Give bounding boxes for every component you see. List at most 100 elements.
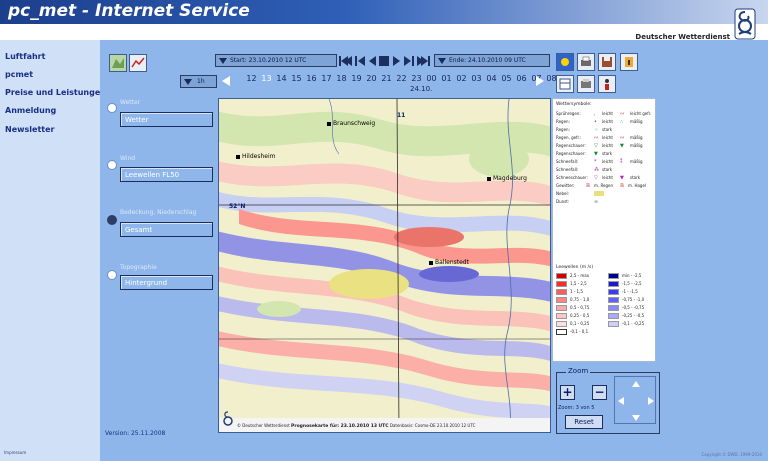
sidebar-item-luftfahrt[interactable]: Luftfahrt bbox=[5, 52, 45, 61]
forecast-map[interactable]: Braunschweig Hildesheim Magdeburg Ballen… bbox=[218, 98, 551, 433]
leewellen-row: 0,25 - 0,5 -0,25 - -0,5 bbox=[556, 313, 656, 320]
hour-item[interactable]: 21 bbox=[380, 74, 393, 83]
topographie-select[interactable]: Hintergrund bbox=[120, 275, 213, 290]
graph-icon bbox=[131, 57, 145, 68]
export-button[interactable] bbox=[577, 75, 595, 93]
wetter-select[interactable]: Wetter bbox=[120, 112, 213, 127]
city-marker-icon bbox=[327, 121, 331, 126]
hour-item[interactable]: 19 bbox=[350, 74, 363, 83]
sidebar-item-anmeldung[interactable]: Anmeldung bbox=[5, 106, 56, 115]
hour-item[interactable]: 06 bbox=[515, 74, 528, 83]
step-label: 1h bbox=[197, 78, 205, 85]
topographie-radio[interactable] bbox=[107, 270, 117, 280]
start-time-select[interactable]: Start: 23.10.2010 12 UTC bbox=[215, 54, 337, 67]
bedeckung-radio[interactable] bbox=[107, 215, 117, 225]
bedeckung-select[interactable]: Gesamt bbox=[120, 222, 213, 237]
info-button[interactable] bbox=[620, 53, 638, 71]
hour-item-selected[interactable]: 13 bbox=[260, 74, 273, 83]
stop-button[interactable] bbox=[379, 56, 389, 66]
map-view-button[interactable] bbox=[109, 54, 127, 72]
forecast-time-label: Prognosekarte für: 23.10.2010 13 UTC bbox=[291, 424, 389, 429]
zoom-out-button[interactable]: − bbox=[592, 385, 607, 400]
hour-item[interactable]: 20 bbox=[365, 74, 378, 83]
dropdown-icon bbox=[219, 58, 227, 64]
hour-item[interactable]: 02 bbox=[455, 74, 468, 83]
color-swatch bbox=[556, 297, 567, 303]
impressum-link[interactable]: Impressum bbox=[4, 450, 26, 455]
shower-moderate-icon: ▼ bbox=[620, 143, 624, 149]
hour-item[interactable]: 12 bbox=[245, 74, 258, 83]
play-button[interactable] bbox=[393, 56, 400, 66]
save-button[interactable] bbox=[598, 53, 616, 71]
hour-item[interactable]: 14 bbox=[275, 74, 288, 83]
print-button[interactable] bbox=[577, 53, 595, 71]
wind-radio[interactable] bbox=[107, 160, 117, 170]
legend-row: Dunst: ∞ bbox=[556, 199, 599, 205]
step-select[interactable]: 1h bbox=[180, 75, 217, 88]
wind-label: Wind bbox=[120, 155, 136, 162]
pan-left-icon[interactable] bbox=[618, 397, 624, 405]
pan-arrows bbox=[618, 381, 654, 421]
shower-heavy-icon: ▼ bbox=[594, 151, 598, 157]
leewellen-title: Leewellen (m /s) bbox=[556, 265, 594, 270]
dropdown-icon bbox=[438, 58, 446, 64]
legend-panel: Wettersymbole: Sprühregen:, leicht ∾ leicht… bbox=[552, 98, 656, 362]
hour-item[interactable]: 15 bbox=[290, 74, 303, 83]
start-time-label: Start: 23.10.2010 12 UTC bbox=[230, 57, 307, 64]
weather-tool-button[interactable] bbox=[556, 53, 574, 71]
hour-item[interactable]: 01 bbox=[440, 74, 453, 83]
color-swatch bbox=[556, 305, 567, 311]
leewellen-row: 1,5 - 2,5 -1,5 - -2,5 bbox=[556, 281, 656, 288]
freezing-rain-moderate-icon: ∾ bbox=[620, 135, 625, 141]
help-button[interactable] bbox=[598, 75, 616, 93]
first-frame-button[interactable] bbox=[339, 56, 352, 66]
color-swatch bbox=[608, 305, 619, 311]
city-braunschweig: Braunschweig bbox=[327, 120, 375, 127]
hour-item[interactable]: 17 bbox=[320, 74, 333, 83]
printer-icon bbox=[581, 56, 591, 66]
snow-shower-heavy-icon: ▼ bbox=[620, 175, 624, 181]
legend-row: Regenschauer: ▼ stark bbox=[556, 151, 613, 157]
wetter-radio[interactable] bbox=[107, 103, 117, 113]
latitude-label: 52°N bbox=[229, 203, 246, 210]
end-time-select[interactable]: Ende: 24.10.2010 09 UTC bbox=[434, 54, 550, 67]
hour-item[interactable]: 00 bbox=[425, 74, 438, 83]
zoom-in-button[interactable]: + bbox=[560, 385, 575, 400]
pan-right-icon[interactable] bbox=[648, 397, 654, 405]
pan-up-icon[interactable] bbox=[632, 381, 640, 387]
legend-row: Regen, gefr.: ∾ leicht ∾ mäßig bbox=[556, 135, 643, 141]
hour-item[interactable]: 05 bbox=[500, 74, 513, 83]
zoom-reset-button[interactable]: Reset bbox=[565, 415, 603, 429]
sidebar-item-pcmet[interactable]: pcmet bbox=[5, 70, 33, 79]
hour-item[interactable]: 16 bbox=[305, 74, 318, 83]
color-swatch bbox=[556, 281, 567, 287]
step-forward-button[interactable] bbox=[404, 56, 414, 66]
hour-item[interactable]: 04 bbox=[485, 74, 498, 83]
wind-select[interactable]: Leewellen FL50 bbox=[120, 167, 213, 182]
haze-icon: ∞ bbox=[594, 199, 599, 205]
step-back-button[interactable] bbox=[355, 56, 365, 66]
map-canvas bbox=[219, 99, 550, 432]
hour-item[interactable]: 18 bbox=[335, 74, 348, 83]
leewellen-row: 0,75 - 1,0 -0,75 - -1,0 bbox=[556, 297, 656, 304]
info-icon bbox=[625, 57, 633, 67]
table-button[interactable] bbox=[556, 75, 574, 93]
hour-next-icon[interactable] bbox=[534, 75, 546, 87]
disk-icon bbox=[602, 57, 612, 67]
hour-prev-icon[interactable] bbox=[220, 75, 232, 87]
legend-row: Regen: • leicht ∴ mäßig bbox=[556, 119, 643, 125]
sidebar-item-newsletter[interactable]: Newsletter bbox=[5, 125, 54, 134]
snow-shower-light-icon: ▽ bbox=[594, 175, 598, 181]
hour-item[interactable]: 03 bbox=[470, 74, 483, 83]
hour-item[interactable]: 23 bbox=[410, 74, 423, 83]
pan-down-icon[interactable] bbox=[632, 415, 640, 421]
help-icon bbox=[605, 79, 609, 90]
hour-item[interactable]: 22 bbox=[395, 74, 408, 83]
graph-view-button[interactable] bbox=[129, 54, 147, 72]
last-frame-button[interactable] bbox=[417, 56, 430, 66]
sidebar-item-preise[interactable]: Preise und Leistungen bbox=[5, 88, 106, 97]
table-icon bbox=[559, 78, 571, 90]
play-back-button[interactable] bbox=[369, 56, 376, 66]
freezing-drizzle-icon: ∾ bbox=[620, 111, 625, 117]
bedeckung-label: Bedeckung, Niederschlag bbox=[120, 209, 197, 216]
